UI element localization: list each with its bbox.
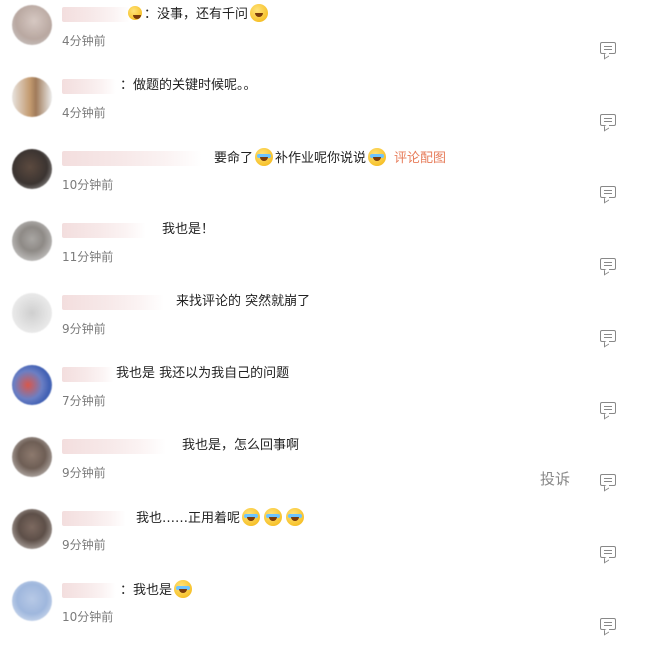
comment-text: 来找评论的 突然就崩了	[176, 294, 311, 309]
avatar[interactable]	[12, 221, 52, 261]
comment-reply-icon[interactable]	[600, 186, 616, 198]
comment-item: 我也是，怎么回事啊 9分钟前 投诉	[0, 434, 650, 506]
report-button[interactable]: 投诉	[540, 468, 570, 489]
emoji-icon	[242, 508, 261, 526]
username-blurred[interactable]	[62, 151, 202, 166]
comment-item: 我也……正用着呢 9分钟前	[0, 506, 650, 578]
comment-item: ：做题的关键时候呢。。 4分钟前	[0, 74, 650, 146]
comment-time: 10分钟前	[62, 178, 114, 192]
username-blurred[interactable]	[62, 295, 164, 310]
comment-reply-icon[interactable]	[600, 114, 616, 126]
emoji-icon	[286, 508, 305, 526]
comment-time: 4分钟前	[62, 34, 106, 48]
avatar[interactable]	[12, 509, 52, 549]
emoji-icon	[250, 4, 269, 22]
username-blurred[interactable]	[62, 439, 166, 454]
comment-time: 11分钟前	[62, 250, 114, 264]
username-blurred[interactable]	[62, 583, 116, 598]
emoji-icon	[264, 508, 283, 526]
comment-item: 我也是！ 11分钟前	[0, 218, 650, 290]
comment-item: 我也是 我还以为我自己的问题 7分钟前	[0, 362, 650, 434]
comment-item: ：我也是 10分钟前	[0, 578, 650, 650]
username-blurred[interactable]	[62, 367, 114, 382]
comment-text: 我也是，怎么回事啊	[182, 438, 300, 453]
comment-reply-icon[interactable]	[600, 546, 616, 558]
avatar[interactable]	[12, 5, 52, 45]
comment-time: 10分钟前	[62, 610, 114, 624]
comment-reply-icon[interactable]	[600, 474, 616, 486]
comment-reply-icon[interactable]	[600, 42, 616, 54]
avatar[interactable]	[12, 149, 52, 189]
comment-reply-icon[interactable]	[600, 258, 616, 270]
comment-item: 要命了 补作业呢你说说 评论配图 10分钟前	[0, 146, 650, 218]
avatar[interactable]	[12, 293, 52, 333]
comment-text: 我也是 我还以为我自己的问题	[116, 366, 290, 381]
username-blurred[interactable]	[62, 511, 126, 526]
username-blurred[interactable]	[62, 79, 116, 94]
avatar[interactable]	[12, 437, 52, 477]
emoji-icon	[174, 580, 193, 598]
comment-text: ：我也是	[120, 580, 194, 601]
comment-time: 9分钟前	[62, 466, 106, 480]
comment-text: 我也是！	[162, 222, 215, 237]
username-blurred[interactable]	[62, 223, 146, 238]
comment-text: ：没事，还有千问	[126, 4, 270, 25]
emoji-icon	[128, 6, 142, 20]
comment-reply-icon[interactable]	[600, 402, 616, 414]
comment-image-link[interactable]: 评论配图	[394, 151, 446, 166]
emoji-icon	[368, 148, 387, 166]
comment-text: 我也……正用着呢	[136, 508, 306, 529]
comment-item: ：没事，还有千问 4分钟前	[0, 2, 650, 74]
username-blurred[interactable]	[62, 7, 130, 22]
comment-reply-icon[interactable]	[600, 618, 616, 630]
avatar[interactable]	[12, 581, 52, 621]
emoji-icon	[255, 148, 274, 166]
comment-time: 9分钟前	[62, 538, 106, 552]
comment-item: 来找评论的 突然就崩了 9分钟前	[0, 290, 650, 362]
avatar[interactable]	[12, 365, 52, 405]
comment-time: 4分钟前	[62, 106, 106, 120]
comment-text: 要命了 补作业呢你说说 评论配图	[214, 148, 446, 169]
comment-time: 9分钟前	[62, 322, 106, 336]
avatar[interactable]	[12, 77, 52, 117]
comment-time: 7分钟前	[62, 394, 106, 408]
comment-reply-icon[interactable]	[600, 330, 616, 342]
comment-text: ：做题的关键时候呢。。	[120, 78, 257, 93]
